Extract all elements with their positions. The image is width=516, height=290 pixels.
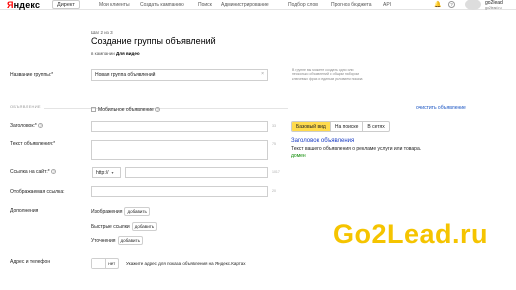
address-toggle[interactable]: нет [91,258,119,269]
user-menu[interactable]: go2lead go2lead.ru [485,1,503,11]
protocol-select[interactable]: http://▾ [92,167,121,178]
ad-text-input[interactable] [91,140,268,160]
ad-text-label: Текст объявления:* [10,141,56,147]
info-icon[interactable]: ? [51,169,57,175]
extras-label: Дополнения [10,208,39,214]
site-link-label: Ссылка на сайт:* ? [10,169,57,175]
campaign-prefix: в кампании [91,51,115,56]
sitelinks-row: Быстрые ссылки добавить [91,222,158,231]
page-title: Создание группы объявлений [91,36,216,46]
bell-icon[interactable]: 🔔 [434,1,441,8]
ad-title-label-text: Заголовок:* [10,123,37,129]
tab-basic-view[interactable]: Базовый вид [292,122,331,131]
info-icon[interactable]: ? [38,123,44,129]
nav-administration[interactable]: Администрирование [221,2,269,8]
sitelinks-label: Быстрые ссылки [91,224,130,230]
ad-title-counter: 33 [272,124,276,128]
site-link-input[interactable] [125,167,268,178]
add-sitelinks-button[interactable]: добавить [131,222,158,231]
callouts-row: Уточнения добавить [91,236,143,245]
address-label: Адрес и телефон [10,259,51,265]
preview-tabs: Базовый вид На поиске В сетях [291,121,390,132]
site-link-counter: 1017 [272,170,280,174]
ad-title-label: Заголовок:* ? [10,123,44,129]
ad-text-counter: 75 [272,142,276,146]
nav-api[interactable]: API [383,2,391,8]
site-link-label-text: Ссылка на сайт:* [10,169,50,175]
toggle-no[interactable]: нет [106,259,119,268]
clear-ad-link[interactable]: очистить объявление [416,105,466,111]
callouts-label: Уточнения [91,238,116,244]
avatar[interactable] [465,0,481,10]
group-name-label: Название группы:* [10,72,54,78]
group-name-hint: В группе вы можете создать одно или неск… [292,68,363,81]
nav-my-clients[interactable]: Мои клиенты [99,2,130,8]
nav-word-selection[interactable]: Подбор слов [288,2,318,8]
toggle-yes[interactable] [92,259,106,268]
mobile-ad-checkbox[interactable]: Мобильное объявление ? [91,107,161,113]
add-images-button[interactable]: добавить [124,207,150,216]
tab-on-search[interactable]: На поиске [331,122,364,131]
section-label[interactable]: Директ [52,0,80,9]
campaign-name: Для видео [116,51,140,56]
logo-rest: ндекс [13,0,41,10]
nav-budget-forecast[interactable]: Прогноз бюджета [331,2,372,8]
images-row: Изображения добавить [91,207,150,216]
add-callouts-button[interactable]: добавить [117,236,143,245]
top-bar: Яндекс Директ Мои клиенты Создать кампан… [0,0,516,10]
watermark: Go2Lead.ru [333,219,489,249]
help-icon[interactable]: ? [448,1,455,8]
mobile-ad-label: Мобильное объявление [98,107,154,113]
address-hint: Укажите адрес для показа объявления на Я… [126,261,246,266]
images-label: Изображения [91,209,123,215]
ad-section-title: ОБЪЯВЛЕНИЕ [10,104,44,109]
nav-search[interactable]: Поиск [198,2,212,8]
group-name-input[interactable]: Новая группа объявлений × [91,69,268,81]
user-sub: go2lead.ru [485,6,502,10]
group-name-value: Новая группа объявлений [95,72,156,78]
preview-text: Текст вашего объявления о рекламе услуги… [291,146,422,152]
clear-icon[interactable]: × [261,71,264,77]
tab-in-networks[interactable]: В сетях [363,122,388,131]
step-indicator: Шаг 2 из 3 [91,30,113,35]
display-link-counter: 20 [272,189,276,193]
display-link-input[interactable] [91,186,268,197]
protocol-value: http:// [96,170,109,176]
ad-title-input[interactable] [91,121,268,132]
campaign-info: в кампании Для видео [91,51,140,56]
nav-create-campaign[interactable]: Создать кампанию [140,2,184,8]
display-link-label: Отображаемая ссылка: [10,189,65,195]
chevron-down-icon: ▾ [111,170,114,175]
yandex-logo[interactable]: Яндекс [7,0,40,10]
preview-domain: домен [291,153,306,159]
info-icon[interactable]: ? [155,107,161,113]
preview-title: Заголовок объявления [291,138,355,144]
checkbox-icon[interactable] [91,107,96,113]
